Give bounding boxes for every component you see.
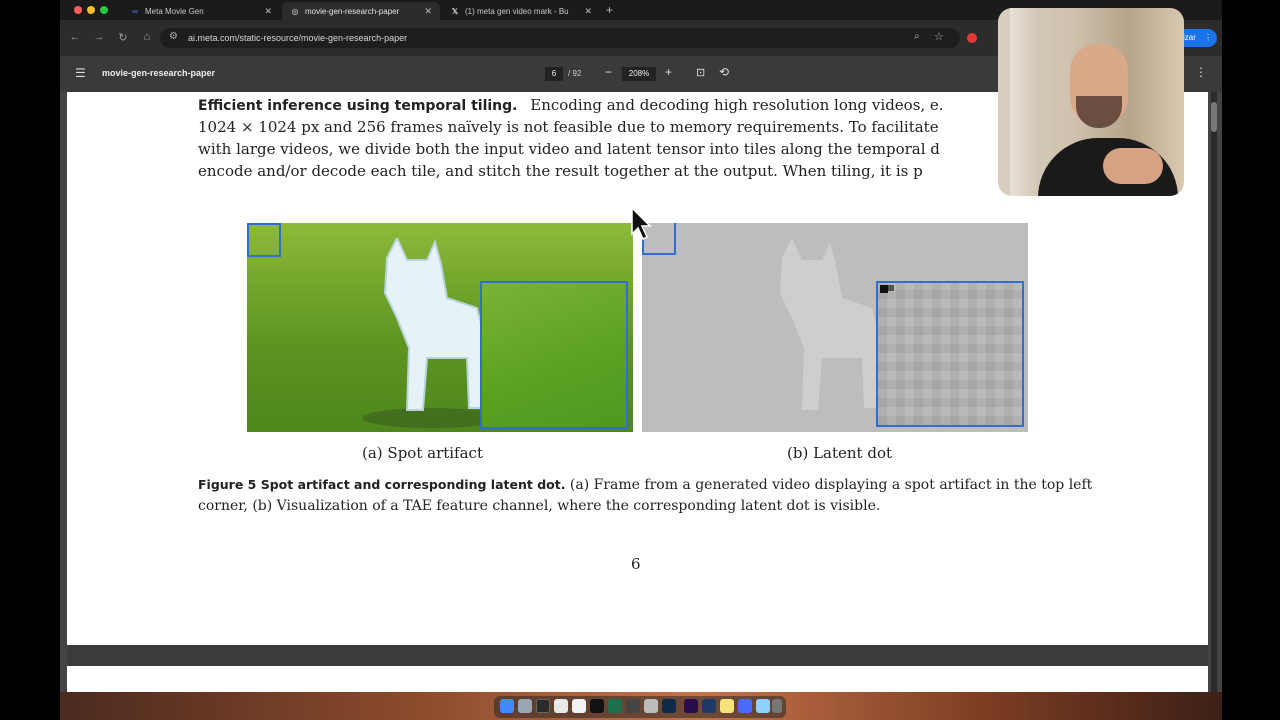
latent-dot: [888, 285, 894, 291]
artifact-highlight-box: [247, 223, 281, 257]
close-tab-icon[interactable]: ✕: [264, 6, 272, 17]
paragraph-line: 1024 × 1024 px and 256 frames naïvely is…: [198, 118, 939, 136]
zoomed-inset: [876, 281, 1024, 427]
close-tab-icon[interactable]: ✕: [424, 6, 432, 17]
premiere-icon[interactable]: [684, 699, 698, 713]
trash-icon[interactable]: [772, 699, 782, 713]
site-info-icon[interactable]: ⚙: [169, 31, 178, 42]
close-tab-icon[interactable]: ✕: [584, 6, 592, 17]
tab-label: Meta Movie Gen: [145, 6, 204, 16]
cursor-app-icon[interactable]: [608, 699, 622, 713]
paragraph-line: encode and/or decode each tile, and stit…: [198, 162, 923, 180]
launchpad-icon[interactable]: [518, 699, 532, 713]
page-total: / 92: [568, 69, 582, 78]
more-options-icon[interactable]: ⋮: [1195, 65, 1207, 79]
latent-dot: [880, 285, 888, 293]
tab-label: movie-gen-research-paper: [305, 6, 400, 16]
dock: [494, 696, 786, 718]
chrome-icon[interactable]: [554, 699, 568, 713]
settings-icon[interactable]: [644, 699, 658, 713]
address-bar[interactable]: ⚙ ai.meta.com/static-resource/movie-gen-…: [160, 28, 960, 48]
next-pdf-page: [67, 666, 1208, 692]
zoomed-inset: [480, 281, 628, 429]
figure-caption-heading: Figure 5 Spot artifact and corresponding…: [198, 477, 566, 492]
folder-icon[interactable]: [756, 699, 770, 713]
profile-label: izar: [1183, 33, 1196, 42]
chatgpt-icon[interactable]: [590, 699, 604, 713]
window-close-button[interactable]: [74, 6, 82, 14]
x-logo-icon: 𝕏: [451, 6, 459, 16]
subfigure-caption: (a) Spot artifact: [362, 444, 483, 462]
forward-arrow-icon[interactable]: →: [92, 31, 106, 43]
url-text[interactable]: ai.meta.com/static-resource/movie-gen-re…: [188, 33, 407, 43]
page-gap: [67, 645, 1208, 666]
hamburger-menu-icon[interactable]: ☰: [75, 66, 86, 80]
webcam-overlay: [998, 8, 1184, 196]
zoom-level-input[interactable]: 208%: [622, 67, 656, 81]
globe-icon: ◎: [291, 6, 299, 16]
subfigure-caption: (b) Latent dot: [787, 444, 892, 462]
kebab-menu-icon[interactable]: ⋮: [1204, 33, 1212, 42]
search-icon[interactable]: ⌕: [914, 31, 920, 42]
app-icon[interactable]: [738, 699, 752, 713]
figure-spot-artifact-image: [247, 223, 633, 432]
presenter-hand: [1103, 148, 1163, 184]
reload-icon[interactable]: ↻: [116, 31, 130, 44]
home-icon[interactable]: ⌂: [140, 31, 154, 43]
photoshop-icon[interactable]: [662, 699, 676, 713]
app-icon[interactable]: [702, 699, 716, 713]
page-number: 6: [631, 555, 641, 573]
paragraph-line: with large videos, we divide both the in…: [198, 140, 940, 158]
tab-movie-gen-research-paper[interactable]: ◎ movie-gen-research-paper ✕: [282, 2, 440, 20]
mouse-cursor-icon: [631, 206, 652, 241]
paragraph-line: Efficient inference using temporal tilin…: [198, 96, 944, 114]
zoom-out-button[interactable]: −: [605, 65, 612, 79]
bookmark-star-icon[interactable]: ☆: [934, 30, 944, 43]
figure-caption: Figure 5 Spot artifact and corresponding…: [198, 474, 1098, 517]
fit-page-icon[interactable]: ⊡: [696, 66, 705, 79]
notion-icon[interactable]: [572, 699, 586, 713]
page-number-input[interactable]: 6: [545, 67, 563, 81]
terminal-icon[interactable]: [536, 699, 550, 713]
figure-latent-dot-image: [642, 223, 1028, 432]
extension-icon[interactable]: [967, 33, 977, 43]
scrollbar[interactable]: [1211, 92, 1217, 692]
tab-meta-movie-gen[interactable]: ∞ Meta Movie Gen ✕: [122, 2, 280, 20]
scrollbar-thumb[interactable]: [1211, 102, 1217, 132]
tab-x-search[interactable]: 𝕏 (1) meta gen video mark - Bu ✕: [442, 2, 600, 20]
finder-icon[interactable]: [500, 699, 514, 713]
notes-icon[interactable]: [720, 699, 734, 713]
rotate-icon[interactable]: ⟲: [719, 65, 729, 79]
paragraph-heading: Efficient inference using temporal tilin…: [198, 98, 518, 114]
meta-icon: ∞: [132, 6, 138, 16]
window-minimize-button[interactable]: [87, 6, 95, 14]
zoom-in-button[interactable]: +: [665, 65, 672, 79]
paragraph-text: Encoding and decoding high resolution lo…: [530, 96, 944, 114]
new-tab-button[interactable]: +: [606, 3, 613, 17]
back-arrow-icon[interactable]: ←: [68, 31, 82, 43]
pdf-title: movie-gen-research-paper: [102, 68, 216, 78]
tab-label: (1) meta gen video mark - Bu: [465, 6, 569, 16]
window-maximize-button[interactable]: [100, 6, 108, 14]
presenter-beard: [1076, 96, 1122, 128]
background-door: [1010, 8, 1042, 196]
app-icon[interactable]: [626, 699, 640, 713]
